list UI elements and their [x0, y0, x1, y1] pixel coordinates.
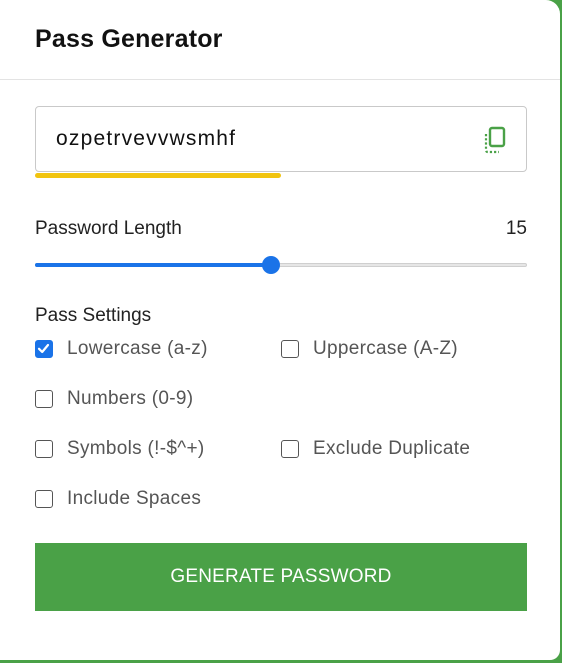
include-spaces-checkbox[interactable] — [35, 490, 53, 508]
option-numbers[interactable]: Numbers (0-9) — [35, 387, 193, 411]
password-input[interactable] — [36, 107, 476, 171]
option-label: Numbers (0-9) — [67, 388, 194, 409]
password-strength-bar — [35, 173, 281, 178]
length-value: 15 — [505, 218, 527, 239]
option-label: Uppercase (A-Z) — [313, 338, 458, 359]
uppercase-checkbox[interactable] — [281, 340, 299, 358]
option-symbols[interactable]: Symbols (!-$^+) — [35, 437, 204, 461]
option-include-spaces[interactable]: Include Spaces — [35, 487, 201, 511]
numbers-checkbox[interactable] — [35, 390, 53, 408]
card-header: Pass Generator — [0, 0, 560, 80]
option-label: Include Spaces — [67, 488, 202, 509]
settings-options: Lowercase (a-z) Uppercase (A-Z) Numbers … — [35, 329, 527, 529]
pass-generator-card: Pass Generator Password Length 15 Pass S… — [0, 0, 560, 660]
settings-heading: Pass Settings — [35, 305, 152, 326]
option-lowercase[interactable]: Lowercase (a-z) — [35, 337, 208, 361]
copy-button[interactable] — [482, 126, 508, 154]
copy-icon — [484, 126, 506, 154]
exclude-duplicate-checkbox[interactable] — [281, 440, 299, 458]
card-body: Password Length 15 Pass Settings Lowerca… — [35, 106, 527, 529]
option-label: Lowercase (a-z) — [67, 338, 208, 359]
slider-fill — [35, 263, 271, 267]
option-uppercase[interactable]: Uppercase (A-Z) — [281, 337, 458, 361]
option-exclude-duplicate[interactable]: Exclude Duplicate — [281, 437, 470, 461]
slider-thumb[interactable] — [262, 256, 280, 274]
length-row: Password Length 15 — [35, 218, 527, 242]
lowercase-checkbox[interactable] — [35, 340, 53, 358]
page-title: Pass Generator — [35, 25, 223, 53]
option-label: Exclude Duplicate — [313, 438, 471, 459]
generate-password-button[interactable]: GENERATE PASSWORD — [35, 543, 527, 611]
option-label: Symbols (!-$^+) — [67, 438, 205, 459]
length-slider[interactable] — [35, 255, 527, 275]
symbols-checkbox[interactable] — [35, 440, 53, 458]
length-label: Password Length — [35, 218, 182, 239]
password-field — [35, 106, 527, 172]
